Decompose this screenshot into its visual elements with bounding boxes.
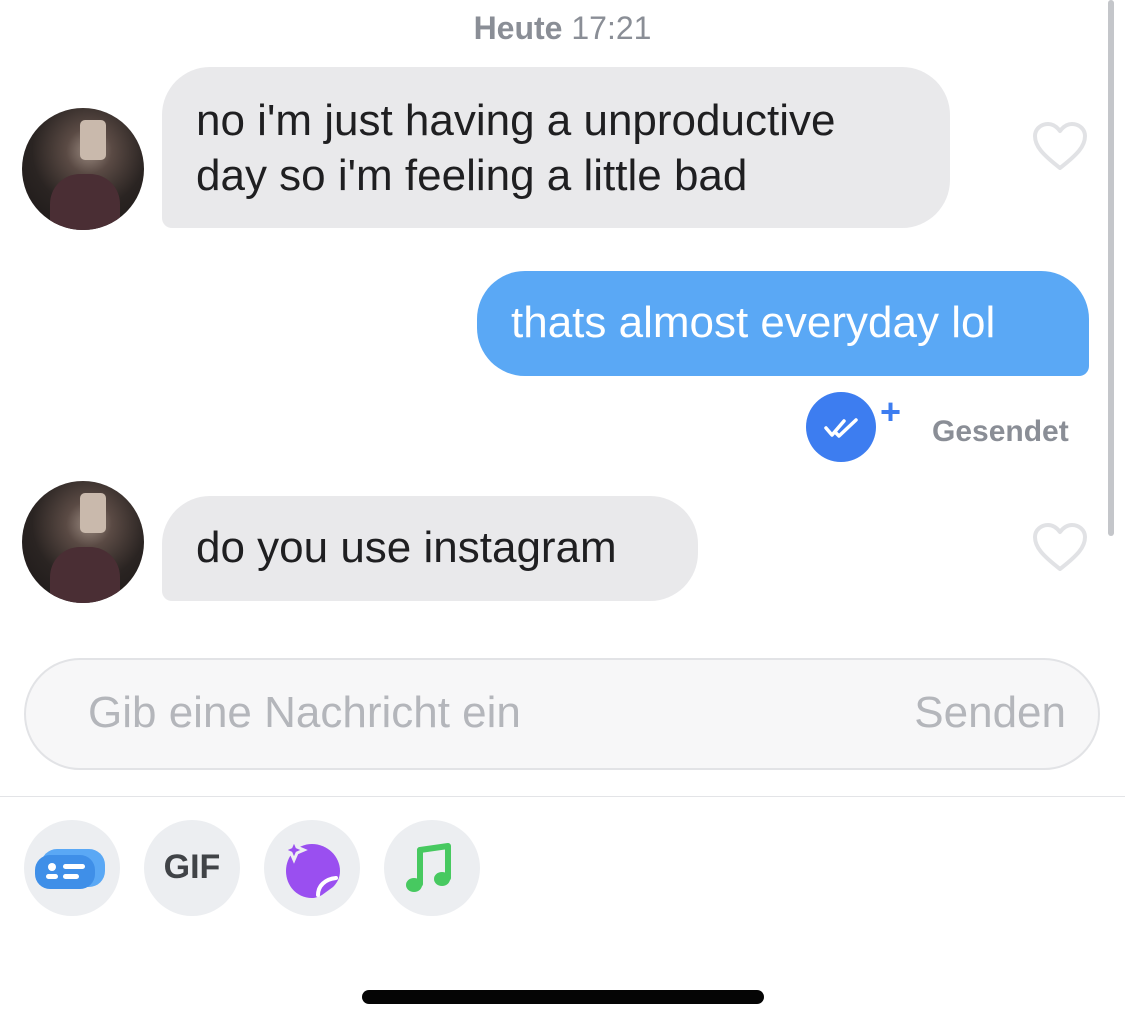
divider [0, 796, 1125, 797]
sticker-button[interactable] [264, 820, 360, 916]
message-text-line: day so i'm feeling a little bad [196, 151, 748, 200]
message-text: do you use instagram [196, 523, 617, 572]
home-indicator [362, 990, 764, 1004]
delivery-badge[interactable] [806, 392, 876, 462]
delivery-status: Gesendet [932, 415, 1069, 448]
sticker-sparkle-icon [280, 836, 340, 898]
message-text-line: no i'm just having a unproductive [196, 96, 836, 145]
gif-icon: GIF [163, 848, 221, 886]
message-bubble-received[interactable]: no i'm just having a unproductive day so… [162, 67, 950, 228]
message-bubble-received[interactable]: do you use instagram [162, 496, 698, 601]
heart-icon[interactable] [1032, 523, 1088, 573]
message-timestamp: Heute 17:21 [0, 10, 1125, 47]
music-button[interactable] [384, 820, 480, 916]
timestamp-time: 17:21 [571, 10, 652, 46]
message-bubble-sent[interactable]: thats almost everyday lol [477, 271, 1089, 376]
message-input-placeholder: Gib eine Nachricht ein [88, 688, 521, 737]
music-note-icon [406, 843, 451, 892]
send-button[interactable]: Senden [914, 688, 1066, 738]
double-check-icon [824, 418, 858, 438]
gif-button[interactable]: GIF [144, 820, 240, 916]
contact-card-button[interactable] [24, 820, 120, 916]
plus-icon[interactable]: + [880, 394, 901, 430]
message-input[interactable]: Gib eine Nachricht ein Senden [24, 658, 1100, 770]
message-text: thats almost everyday lol [511, 298, 996, 347]
avatar[interactable] [22, 108, 144, 230]
avatar[interactable] [22, 481, 144, 603]
scrollbar[interactable] [1108, 0, 1114, 536]
contact-card-icon [35, 849, 105, 889]
heart-icon[interactable] [1032, 122, 1088, 172]
timestamp-day: Heute [473, 10, 563, 46]
